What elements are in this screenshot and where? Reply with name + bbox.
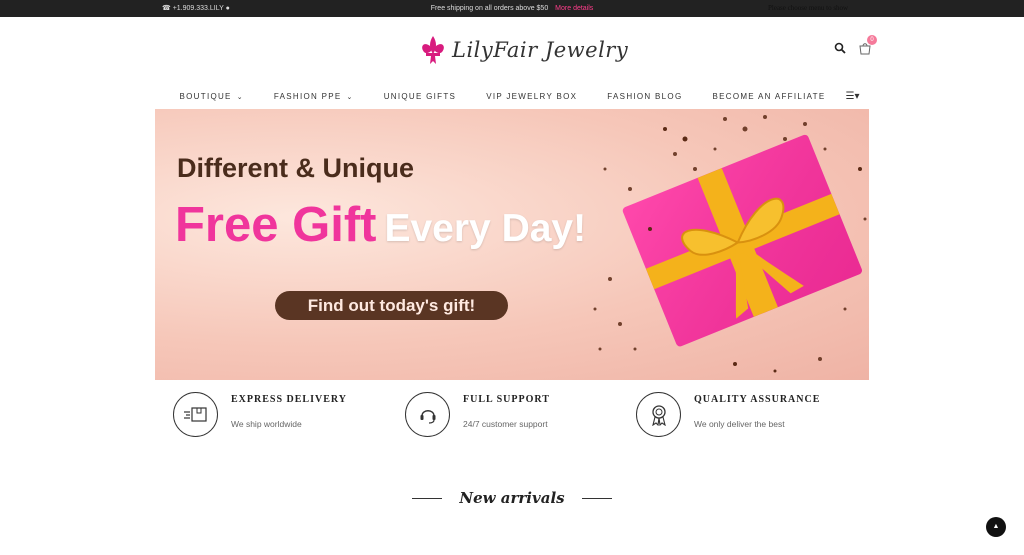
hero-highlight: Free Gift (175, 198, 377, 252)
feature-title: FULL SUPPORT (463, 394, 550, 405)
divider (582, 497, 613, 499)
nav-item-vip-jewelry-box[interactable]: VIP JEWELRY BOX (471, 92, 592, 101)
main-nav: BOUTIQUE ⌄ FASHION PPE ⌄ UNIQUE GIFTS VIP … (156, 86, 868, 106)
nav-item-fashion-ppe[interactable]: FASHION PPE ⌄ (259, 92, 369, 101)
chevron-down-icon: ⌄ (236, 93, 244, 101)
headset-icon (420, 409, 435, 424)
feature-subtitle: We only deliver the best (694, 419, 785, 429)
site-logo[interactable]: LilyFair Jewelry (419, 32, 628, 68)
shipping-notice: Free shipping on all orders above $50 Mo… (0, 0, 1024, 17)
feature-title: EXPRESS DELIVERY (231, 394, 347, 405)
nav-item-label: VIP JEWELRY BOX (486, 91, 578, 101)
fleur-de-lis-icon (422, 36, 444, 64)
features-row: EXPRESS DELIVERY We ship worldwide FULL … (173, 391, 873, 437)
search-icon[interactable] (834, 42, 846, 54)
section-title: New arrivals (459, 489, 565, 507)
hero-subheading: Free Gift Every Day! (175, 197, 586, 253)
cart-count-badge: 0 (867, 35, 877, 45)
hero-banner[interactable]: Different & Unique Free Gift Every Day! F… (155, 109, 869, 380)
nav-item-label: FASHION PPE (273, 91, 342, 101)
more-details-link[interactable]: More details (555, 5, 593, 12)
feature-subtitle: We ship worldwide (231, 419, 302, 429)
chevron-up-icon: ▲ (992, 523, 1000, 530)
feature-icon-circle (173, 392, 218, 437)
back-to-top-button[interactable]: ▲ (986, 517, 1006, 537)
gift-box-image (593, 115, 867, 373)
hero-subtext: Every Day! (384, 207, 587, 250)
feature-icon-circle (405, 392, 450, 437)
hero-heading: Different & Unique (177, 153, 415, 183)
feature-title: QUALITY ASSURANCE (694, 394, 821, 405)
feature-subtitle: 24/7 customer support (463, 419, 548, 429)
header-actions: 0 (834, 35, 877, 55)
brand-name: LilyFair Jewelry (452, 38, 629, 62)
cart-button[interactable]: 0 (858, 35, 877, 55)
shipping-text: Free shipping on all orders above $50 (430, 5, 549, 12)
chevron-down-icon: ⌄ (346, 93, 354, 101)
find-gift-button[interactable]: Find out today's gift! (275, 291, 508, 320)
top-bar: ☎ +1.909.333.LILY ● Free shipping on all… (0, 0, 1024, 17)
menu-hamburger-icon[interactable]: ☰▾ (846, 91, 860, 102)
nav-item-label: BOUTIQUE (179, 91, 232, 101)
award-medal-icon (651, 404, 666, 426)
nav-item-boutique[interactable]: BOUTIQUE ⌄ (165, 92, 259, 101)
nav-item-become-an-affiliate[interactable]: BECOME AN AFFILIATE (697, 92, 840, 101)
nav-item-label: BECOME AN AFFILIATE (712, 91, 826, 101)
menu-note: Please choose menu to show (768, 4, 849, 12)
truck-box-icon (183, 406, 207, 422)
feature-icon-circle (636, 392, 681, 437)
nav-item-fashion-blog[interactable]: FASHION BLOG (592, 92, 697, 101)
new-arrivals-heading: New arrivals (0, 489, 1024, 507)
nav-item-unique-gifts[interactable]: UNIQUE GIFTS (369, 92, 472, 101)
nav-item-label: UNIQUE GIFTS (383, 91, 457, 101)
nav-item-label: FASHION BLOG (607, 91, 683, 101)
divider (411, 497, 442, 499)
